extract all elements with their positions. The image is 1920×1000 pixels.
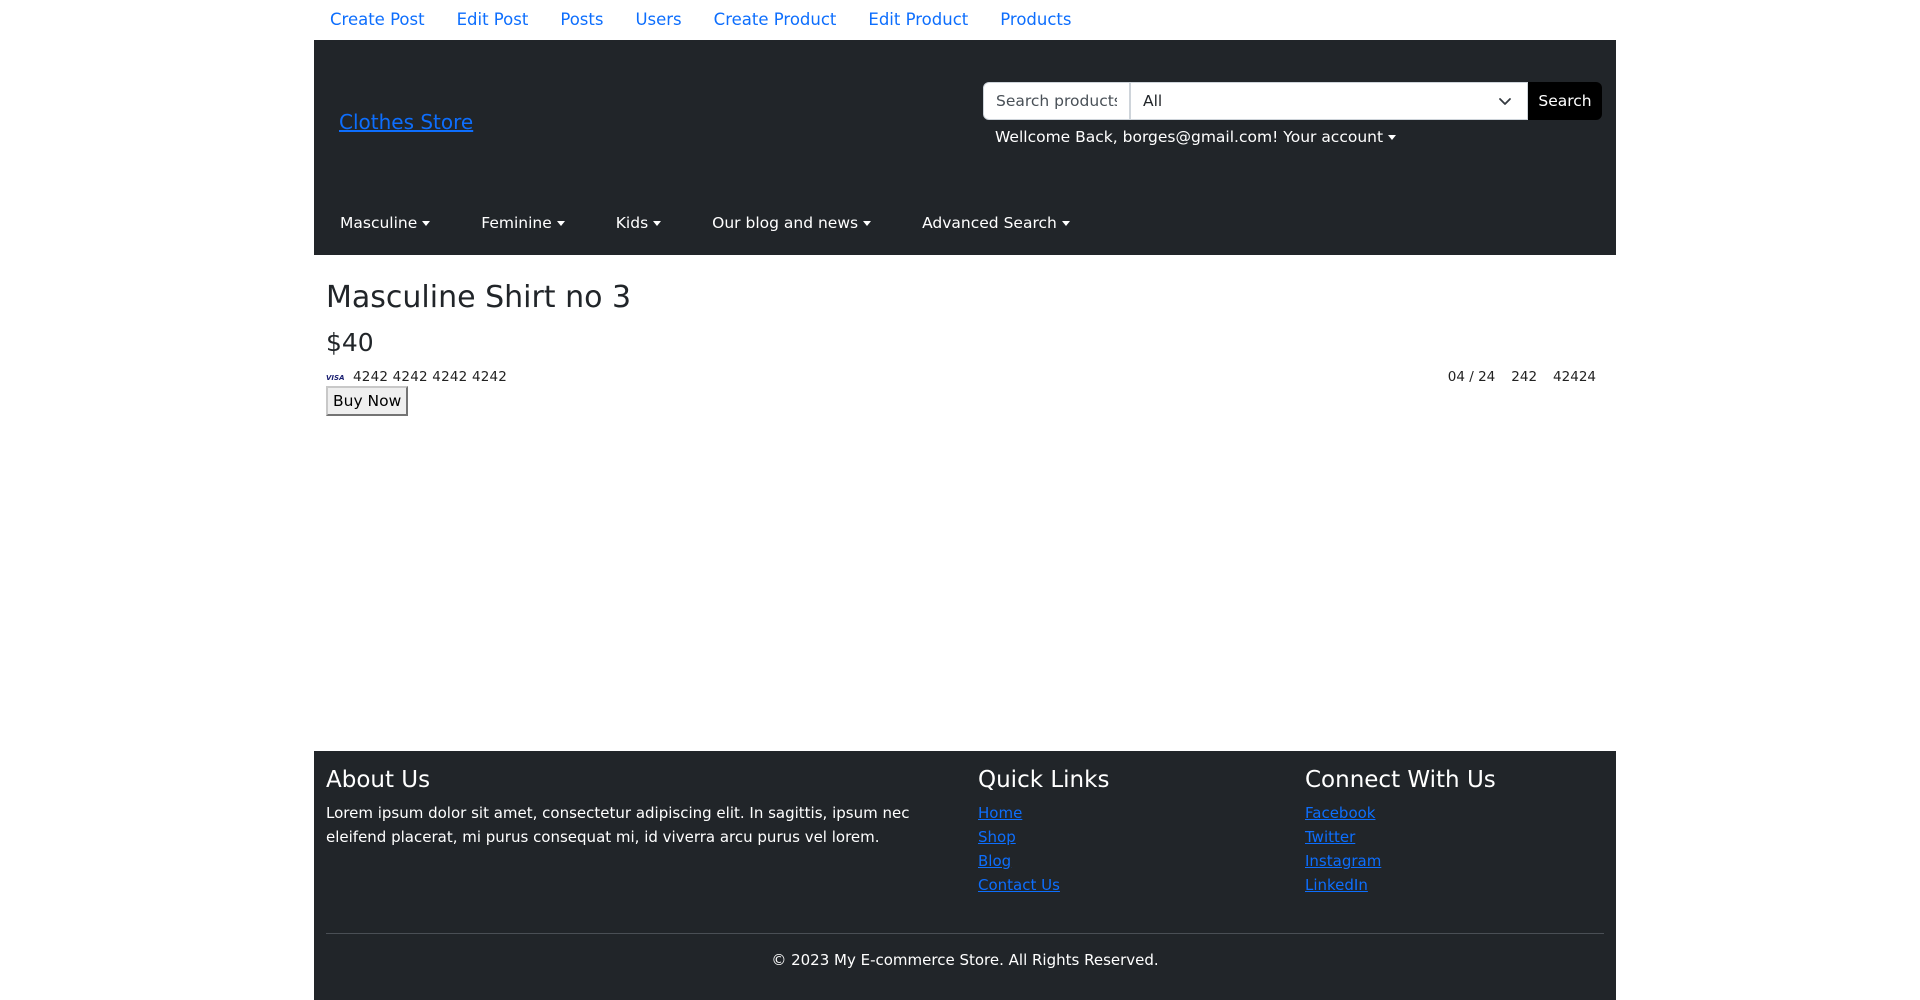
product-price: $40 (326, 328, 374, 357)
chevron-down-icon (1499, 98, 1511, 105)
footer-connect-title: Connect With Us (1305, 767, 1496, 793)
footer-link-blog[interactable]: Blog (978, 852, 1011, 870)
product-title: Masculine Shirt no 3 (326, 280, 632, 315)
welcome-message: Wellcome Back, borges@gmail.com! Your ac… (995, 128, 1397, 146)
footer-link-contact[interactable]: Contact Us (978, 876, 1060, 894)
visa-icon: VISA (326, 374, 344, 381)
nav-edit-post[interactable]: Edit Post (441, 0, 545, 40)
search-button[interactable]: Search (1528, 82, 1602, 120)
search-input[interactable] (983, 82, 1130, 120)
category-nav: Masculine Feminine Kids Our blog and new… (314, 205, 1095, 241)
card-cvc[interactable]: 242 (1511, 369, 1537, 385)
admin-nav: Create Post Edit Post Posts Users Create… (314, 0, 1088, 40)
nav-users[interactable]: Users (619, 0, 697, 40)
category-select-value: All (1143, 92, 1163, 110)
account-dropdown[interactable]: Your account (1283, 128, 1397, 146)
nav-products[interactable]: Products (984, 0, 1087, 40)
category-label: Our blog and news (712, 214, 859, 232)
card-number[interactable]: 4242 4242 4242 4242 (353, 369, 507, 385)
caret-down-icon (1388, 134, 1397, 140)
category-label: Advanced Search (922, 214, 1057, 232)
footer-link-instagram[interactable]: Instagram (1305, 852, 1381, 870)
category-label: Feminine (481, 214, 552, 232)
footer-copyright: © 2023 My E-commerce Store. All Rights R… (771, 951, 1159, 969)
account-label: Your account (1283, 128, 1384, 146)
footer-quick-links: Quick Links Home Shop Blog Contact Us (978, 767, 1109, 897)
category-select[interactable]: All (1130, 82, 1528, 120)
nav-create-post[interactable]: Create Post (314, 0, 441, 40)
caret-down-icon (556, 220, 565, 226)
category-label: Kids (615, 214, 649, 232)
footer-link-facebook[interactable]: Facebook (1305, 804, 1375, 822)
search-bar: All Search (983, 82, 1602, 120)
footer-quick-title: Quick Links (978, 767, 1110, 793)
svg-text:VISA: VISA (326, 374, 344, 381)
nav-edit-product[interactable]: Edit Product (852, 0, 984, 40)
caret-down-icon (1061, 220, 1070, 226)
footer-link-linkedin[interactable]: LinkedIn (1305, 876, 1368, 894)
nav-posts[interactable]: Posts (544, 0, 619, 40)
category-label: Masculine (340, 214, 418, 232)
footer-link-shop[interactable]: Shop (978, 828, 1016, 846)
footer-about: About Us Lorem ipsum dolor sit amet, con… (326, 767, 951, 849)
caret-down-icon (653, 220, 662, 226)
buy-now-button[interactable]: Buy Now (326, 386, 409, 416)
footer-about-text: Lorem ipsum dolor sit amet, consectetur … (326, 804, 910, 846)
category-masculine[interactable]: Masculine (314, 214, 455, 232)
footer-divider (326, 933, 1604, 934)
category-blog-news[interactable]: Our blog and news (686, 214, 896, 232)
welcome-text: Wellcome Back, borges@gmail.com! (995, 128, 1279, 146)
brand-link[interactable]: Clothes Store (339, 110, 473, 134)
footer-about-title: About Us (326, 767, 431, 793)
category-advanced-search[interactable]: Advanced Search (896, 214, 1095, 232)
site-footer: About Us Lorem ipsum dolor sit amet, con… (314, 751, 1616, 1000)
footer-connect: Connect With Us Facebook Twitter Instagr… (1305, 767, 1496, 897)
footer-link-home[interactable]: Home (978, 804, 1022, 822)
footer-link-twitter[interactable]: Twitter (1305, 828, 1355, 846)
caret-down-icon (422, 220, 431, 226)
card-zip[interactable]: 42424 (1553, 369, 1596, 385)
caret-down-icon (863, 220, 872, 226)
nav-create-product[interactable]: Create Product (698, 0, 853, 40)
site-header: Clothes Store All Search Wellcome Back, … (314, 40, 1616, 255)
card-payment-field[interactable]: VISA 4242 4242 4242 4242 04 / 24 242 424… (326, 367, 1596, 387)
card-details: 04 / 24 242 42424 (1448, 369, 1596, 385)
category-feminine[interactable]: Feminine (455, 214, 590, 232)
category-kids[interactable]: Kids (590, 214, 686, 232)
card-expiry[interactable]: 04 / 24 (1448, 369, 1496, 385)
